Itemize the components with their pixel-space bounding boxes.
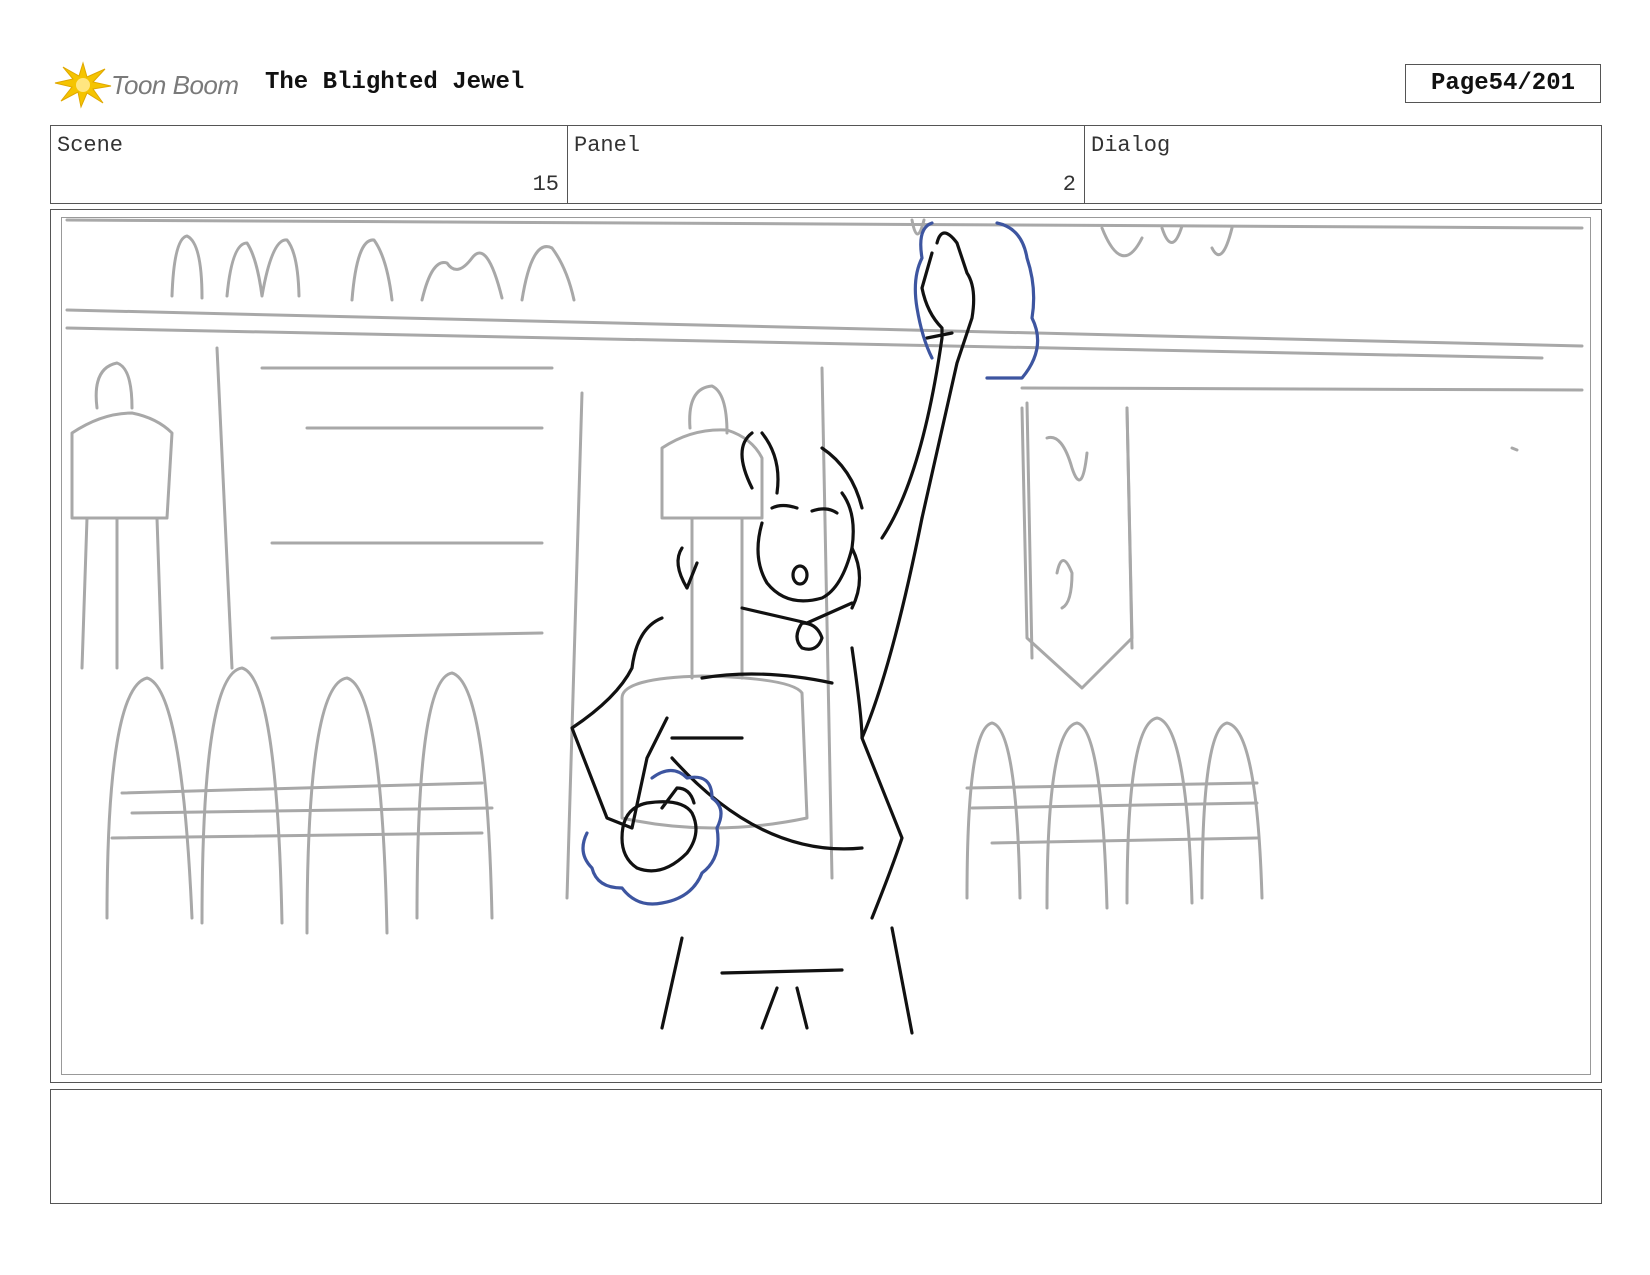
starburst-icon — [54, 61, 112, 109]
dialog-label: Dialog — [1091, 133, 1171, 158]
storyboard-panel — [50, 209, 1602, 1083]
panel-cell: Panel 2 — [568, 126, 1085, 203]
panel-number: 2 — [1062, 172, 1076, 197]
scene-number: 15 — [532, 172, 559, 197]
scene-cell: Scene 15 — [51, 126, 568, 203]
page-label: Page — [1430, 70, 1489, 97]
page-header: Toon Boom The Blighted Jewel Page 54/201 — [50, 55, 1602, 115]
toon-boom-logo: Toon Boom — [53, 59, 253, 109]
panel-info-row: Scene 15 Panel 2 Dialog — [50, 125, 1602, 204]
logo-text: Toon Boom — [111, 70, 239, 100]
panel-drawing-area — [61, 217, 1591, 1075]
sketch-drawing — [65, 218, 1584, 1035]
background-layout — [65, 218, 1584, 935]
scene-label: Scene — [57, 133, 124, 158]
dialog-cell: Dialog — [1085, 126, 1601, 203]
document-title: The Blighted Jewel — [265, 69, 525, 96]
page-indicator: Page 54/201 — [1405, 64, 1601, 103]
notes-box — [50, 1089, 1602, 1204]
page-number: 54/201 — [1488, 70, 1576, 97]
panel-label: Panel — [574, 133, 641, 158]
character-sketch — [570, 231, 976, 1035]
